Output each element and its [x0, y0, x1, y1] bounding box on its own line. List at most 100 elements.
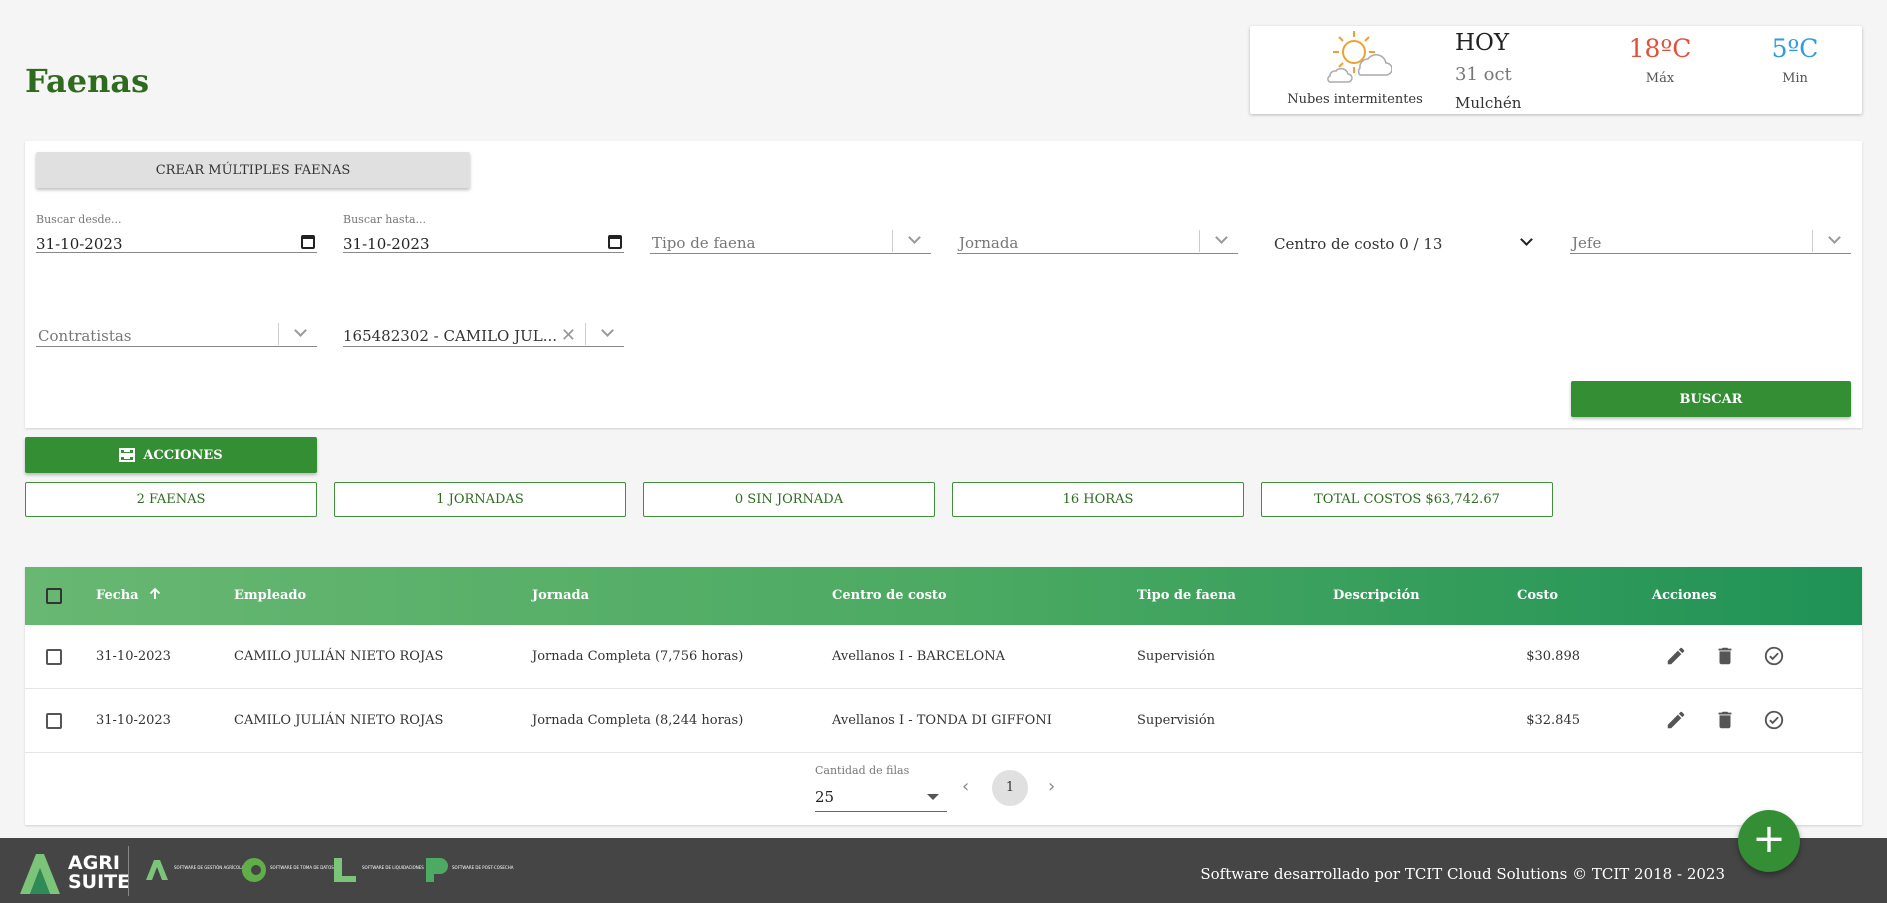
header-centro-costo[interactable]: Centro de costo	[832, 588, 947, 603]
select-all-checkbox[interactable]	[46, 588, 62, 604]
date-to-field[interactable]: Buscar hasta... 31-10-2023	[343, 213, 624, 253]
stat-horas: 16 HORAS	[952, 482, 1244, 517]
cell-empleado: CAMILO JULIÁN NIETO ROJAS	[234, 713, 444, 728]
cell-centro-costo: Avellanos I - TONDA DI GIFFONI	[832, 713, 1052, 728]
centro-costo-select[interactable]: Centro de costo 0 / 13	[1264, 221, 1545, 261]
select-divider	[1199, 230, 1200, 252]
jornada-select[interactable]: Jornada	[957, 224, 1238, 254]
prev-page-icon[interactable]: ‹	[962, 776, 969, 797]
page-number[interactable]: 1	[992, 770, 1028, 806]
edit-icon[interactable]	[1665, 709, 1687, 731]
cell-costo: $30.898	[1526, 649, 1580, 664]
date-from-field[interactable]: Buscar desde... 31-10-2023	[36, 213, 317, 253]
cell-fecha: 31-10-2023	[96, 649, 171, 664]
add-faena-fab[interactable]: +	[1738, 810, 1800, 872]
max-temperature-label: Máx	[1645, 71, 1675, 86]
select-divider	[278, 323, 279, 345]
weather-date: 31 oct	[1455, 64, 1512, 85]
date-to-value: 31-10-2023	[343, 235, 430, 253]
edit-icon[interactable]	[1665, 645, 1687, 667]
clear-icon[interactable]: ✕	[561, 325, 576, 346]
cell-jornada: Jornada Completa (8,244 horas)	[532, 713, 744, 728]
calendar-icon[interactable]	[608, 235, 622, 249]
agri-product-logo-icon	[146, 860, 168, 880]
date-from-label: Buscar desde...	[36, 213, 122, 226]
product-label-post-cosecha: SOFTWARE DE POST-COSECHA	[452, 865, 514, 870]
pakit-logo-icon	[426, 858, 448, 882]
date-to-label: Buscar hasta...	[343, 213, 427, 226]
filter-panel: CREAR MÚLTIPLES FAENAS Buscar desde... 3…	[25, 141, 1862, 428]
table-header: Fecha Empleado Jornada Centro de costo T…	[25, 567, 1862, 625]
sort-asc-icon[interactable]	[149, 587, 161, 600]
search-button[interactable]: BUSCAR	[1571, 381, 1851, 417]
chevron-down-icon[interactable]	[1215, 231, 1228, 244]
min-temperature-label: Min	[1782, 71, 1808, 86]
agri-suite-logo-text: AGRI SUITE	[68, 852, 131, 893]
empleado-value: 165482302 - CAMILO JUL...	[343, 327, 558, 345]
product-label-liquidaciones: SOFTWARE DE LIQUIDACIONES	[362, 865, 424, 870]
chevron-down-icon[interactable]	[294, 324, 307, 337]
max-temperature: 18ºC	[1628, 34, 1692, 63]
header-jornada[interactable]: Jornada	[532, 588, 589, 603]
stat-sin-jornada: 0 SIN JORNADA	[643, 482, 935, 517]
contratistas-placeholder: Contratistas	[38, 327, 132, 345]
row-checkbox[interactable]	[46, 713, 62, 729]
cell-empleado: CAMILO JULIÁN NIETO ROJAS	[234, 649, 444, 664]
gapp-logo-icon	[242, 858, 266, 882]
header-empleado[interactable]: Empleado	[234, 588, 306, 603]
chevron-down-icon[interactable]	[601, 324, 614, 337]
header-descripcion[interactable]: Descripción	[1333, 588, 1420, 603]
stat-total-costos: TOTAL COSTOS $63,742.67	[1261, 482, 1553, 517]
actions-button[interactable]: ACCIONES	[25, 437, 317, 473]
header-fecha[interactable]: Fecha	[96, 587, 161, 603]
stat-jornadas: 1 JORNADAS	[334, 482, 626, 517]
table-row: 31-10-2023 CAMILO JULIÁN NIETO ROJAS Jor…	[25, 689, 1862, 753]
chevron-down-icon[interactable]	[908, 231, 921, 244]
tipo-faena-placeholder: Tipo de faena	[652, 234, 756, 252]
header-acciones: Acciones	[1652, 588, 1717, 603]
actions-label: ACCIONES	[143, 447, 223, 463]
header-costo[interactable]: Costo	[1517, 588, 1558, 603]
product-label-gestion: SOFTWARE DE GESTIÓN AGRÍCOLA	[174, 865, 245, 870]
chevron-down-icon[interactable]	[1828, 231, 1841, 244]
weather-widget: Nubes intermitentes HOY 31 oct Mulchén 1…	[1250, 26, 1862, 114]
row-checkbox[interactable]	[46, 649, 62, 665]
inbox-icon	[119, 448, 136, 462]
contratistas-select[interactable]: Contratistas	[36, 317, 317, 347]
stat-faenas: 2 FAENAS	[25, 482, 317, 517]
table-row: 31-10-2023 CAMILO JULIÁN NIETO ROJAS Jor…	[25, 625, 1862, 689]
cell-fecha: 31-10-2023	[96, 713, 171, 728]
weather-city: Mulchén	[1455, 94, 1522, 112]
cell-tipo-faena: Supervisión	[1137, 649, 1216, 664]
select-divider	[1812, 230, 1813, 252]
header-tipo-faena[interactable]: Tipo de faena	[1137, 588, 1236, 603]
agri-suite-logo-icon	[20, 854, 60, 894]
rows-per-page-select[interactable]: 25	[815, 780, 947, 812]
calendar-icon[interactable]	[301, 235, 315, 249]
tipo-faena-select[interactable]: Tipo de faena	[650, 224, 931, 254]
footer: AGRI SUITE SOFTWARE DE GESTIÓN AGRÍCOLA S…	[0, 838, 1887, 903]
chevron-down-icon[interactable]	[1520, 233, 1533, 246]
check-circle-icon[interactable]	[1763, 709, 1785, 731]
select-divider	[585, 323, 586, 345]
centro-costo-value: Centro de costo 0 / 13	[1274, 235, 1443, 253]
cell-jornada: Jornada Completa (7,756 horas)	[532, 649, 744, 664]
footer-divider	[128, 846, 129, 896]
cell-tipo-faena: Supervisión	[1137, 713, 1216, 728]
caret-down-icon[interactable]	[927, 794, 939, 800]
weather-day-label: HOY	[1455, 30, 1510, 56]
empleado-select[interactable]: 165482302 - CAMILO JUL... ✕	[343, 317, 624, 347]
footer-copyright: Software desarrollado por TCIT Cloud Sol…	[1200, 865, 1725, 883]
product-label-toma-datos: SOFTWARE DE TOMA DE DATOS	[270, 865, 334, 870]
cell-centro-costo: Avellanos I - BARCELONA	[832, 649, 1005, 664]
delete-icon[interactable]	[1714, 645, 1736, 667]
page-title: Faenas	[25, 62, 150, 100]
rows-per-page-value: 25	[815, 788, 835, 806]
check-circle-icon[interactable]	[1763, 645, 1785, 667]
jefe-select[interactable]: Jefe	[1570, 224, 1851, 254]
delete-icon[interactable]	[1714, 709, 1736, 731]
create-multiple-button[interactable]: CREAR MÚLTIPLES FAENAS	[36, 152, 470, 188]
next-page-icon[interactable]: ›	[1048, 776, 1055, 797]
date-from-value: 31-10-2023	[36, 235, 123, 253]
partly-cloudy-icon	[1327, 31, 1392, 83]
